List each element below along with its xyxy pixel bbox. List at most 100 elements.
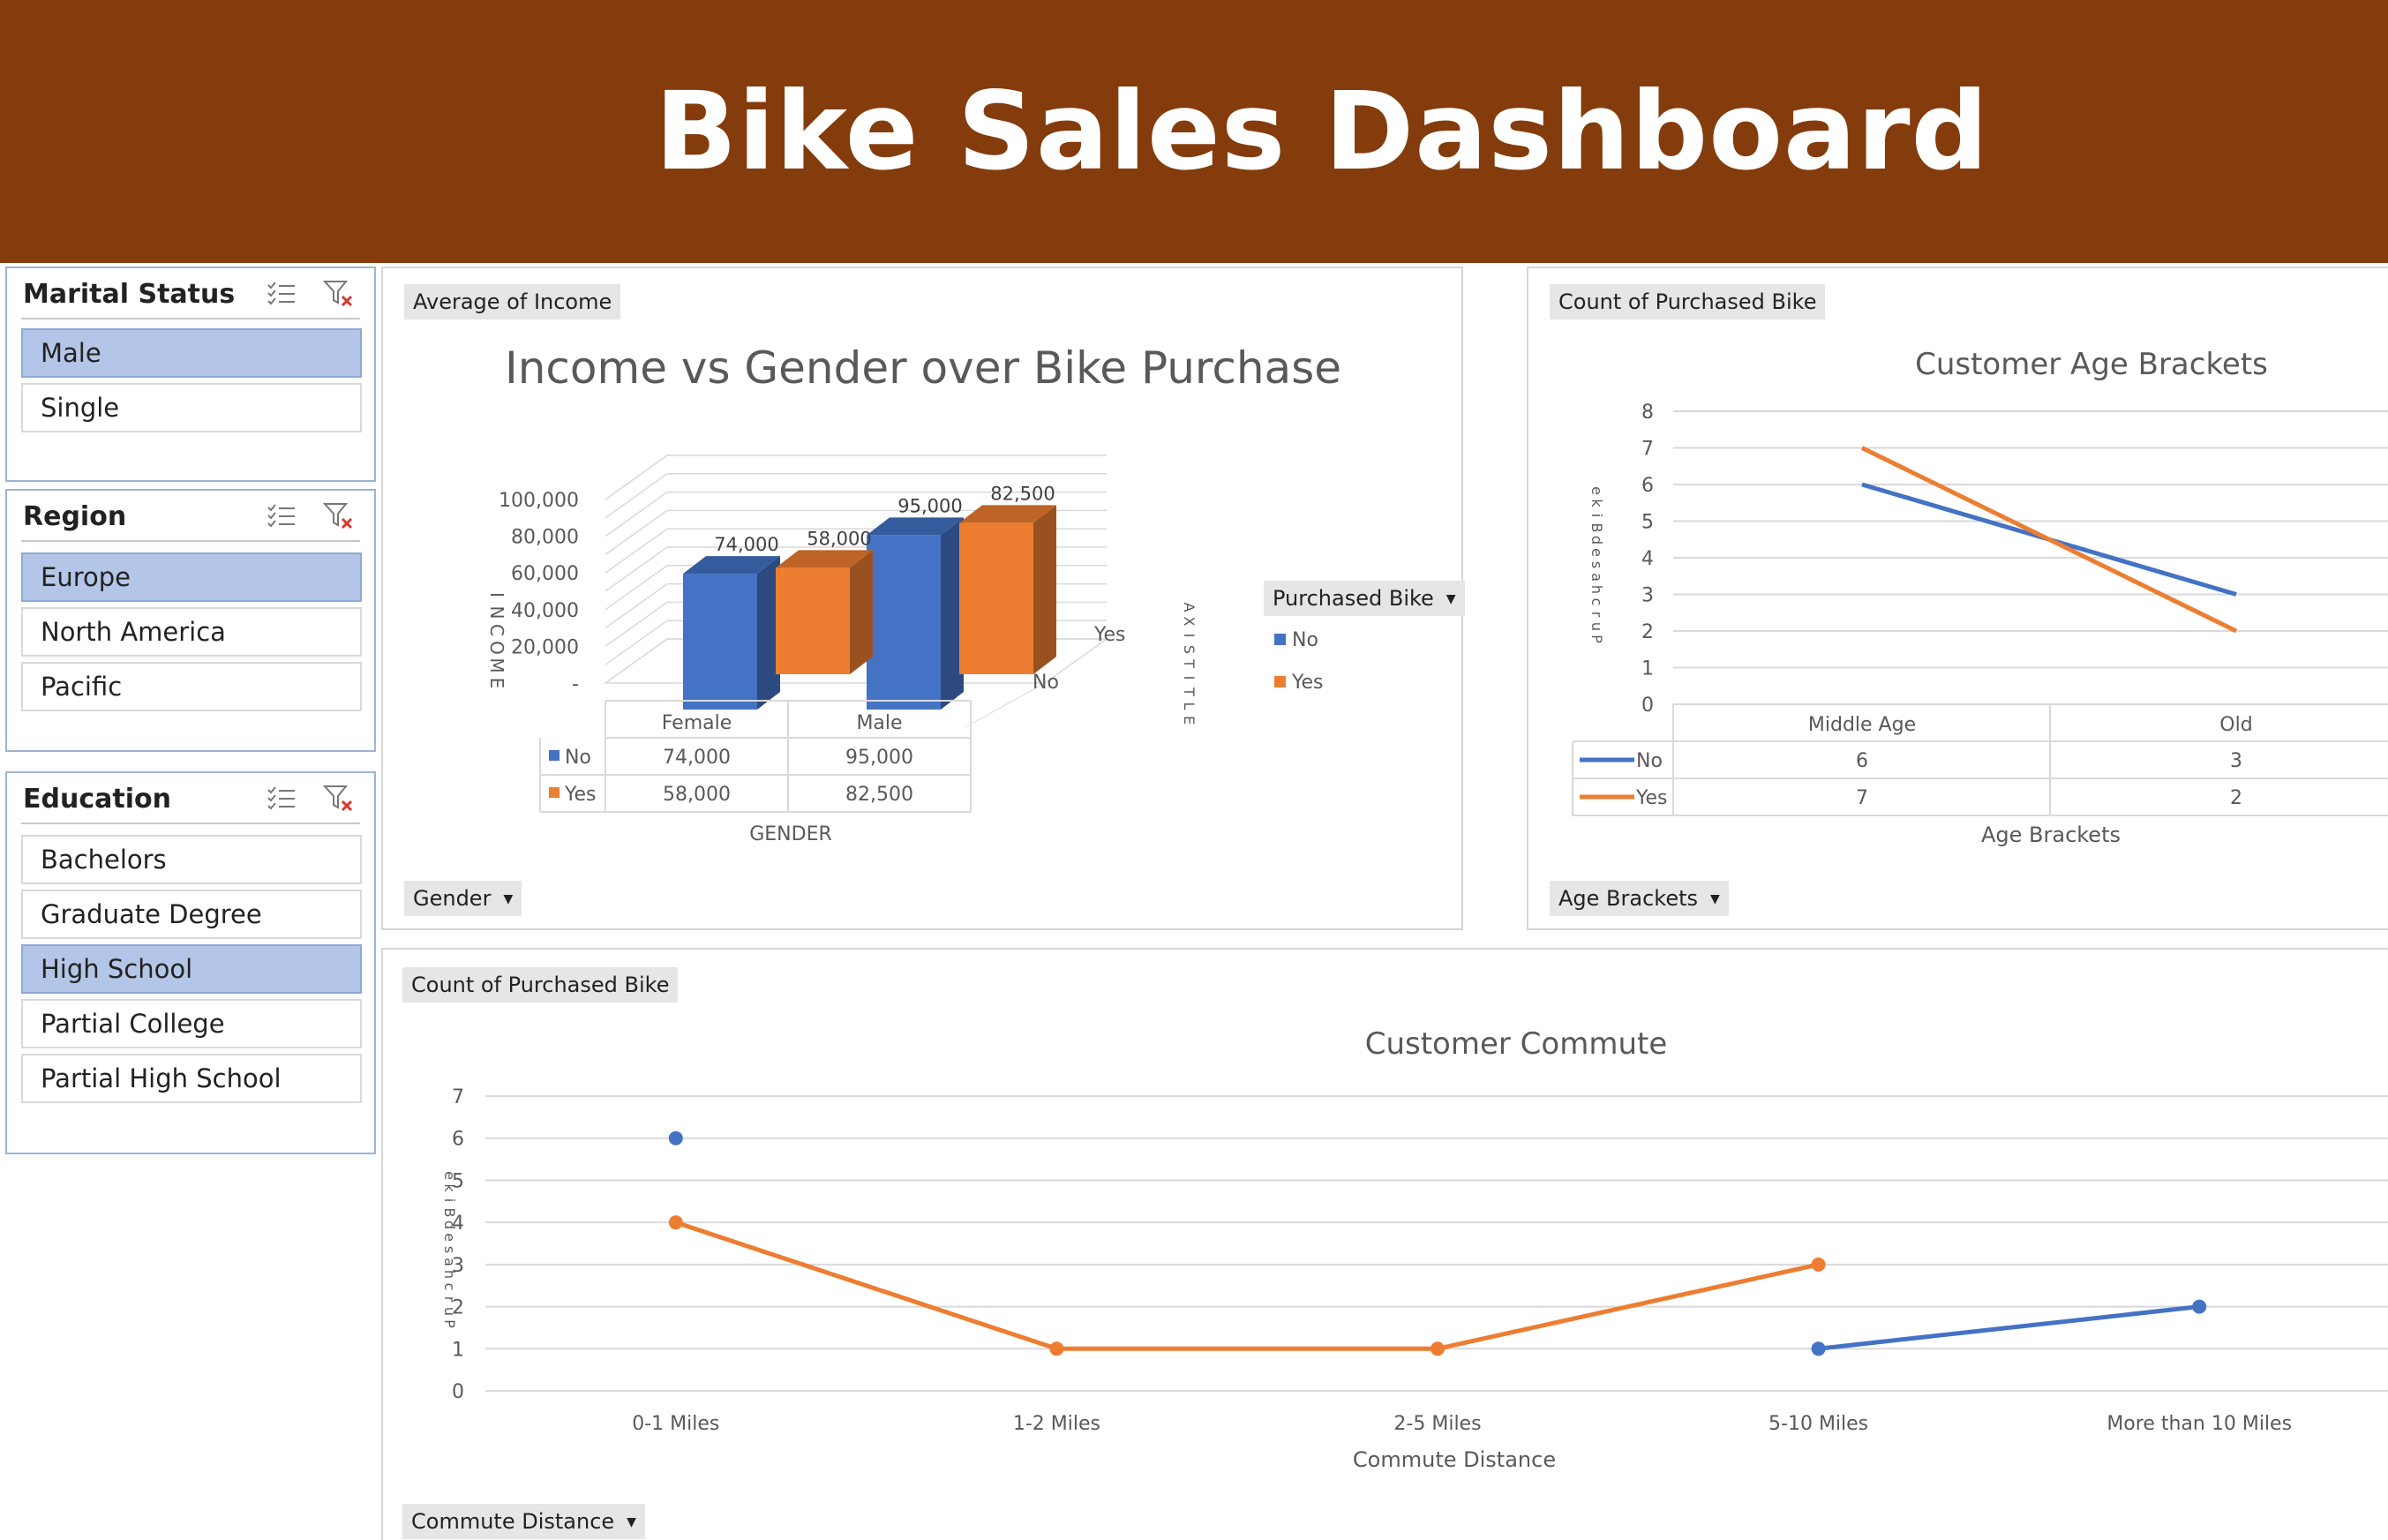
x-axis-label: Age Brackets — [1981, 823, 2121, 847]
slicer-item-bachelors[interactable]: Bachelors — [21, 835, 362, 884]
data-point-no — [2192, 1299, 2207, 1314]
y-axis-label: e — [441, 1171, 458, 1180]
data-point-yes — [668, 1215, 683, 1230]
slicer-item-north-america[interactable]: North America — [21, 607, 362, 657]
clear-filter-icon[interactable] — [323, 279, 355, 309]
multi-select-icon[interactable] — [267, 503, 297, 530]
y-axis-label: a — [441, 1258, 458, 1266]
series-axis-label: T — [1181, 687, 1198, 696]
series-axis-label: I — [1181, 634, 1198, 638]
table-cell: 95,000 — [845, 747, 913, 769]
chart-title: Customer Age Brackets — [1915, 347, 2268, 382]
table-header: Middle Age — [1808, 714, 1916, 736]
x-tick-label: 5-10 Miles — [1768, 1413, 1868, 1435]
gridline — [605, 491, 668, 537]
y-axis-label: s — [441, 1246, 458, 1253]
gridline — [605, 601, 668, 648]
table-row-label: No — [565, 747, 591, 769]
y-tick-label: 6 — [1641, 475, 1654, 497]
slicer-item-europe[interactable]: Europe — [21, 552, 362, 602]
data-label: 95,000 — [897, 495, 962, 516]
slicer-item-high-school[interactable]: High School — [21, 944, 362, 994]
gridline — [605, 473, 668, 519]
y-tick-label: 1 — [1641, 658, 1654, 680]
series-line-yes — [675, 1220, 1820, 1351]
y-axis-label: k — [1588, 499, 1605, 507]
y-axis-label: h — [1588, 585, 1605, 594]
series-axis-label: I — [1181, 676, 1198, 680]
slicer-education: Education Bachelors Graduate Degree High… — [5, 771, 376, 1154]
y-axis-label: E — [486, 678, 507, 689]
data-label: 74,000 — [714, 534, 778, 555]
y-axis-label: i — [441, 1198, 458, 1202]
slicer-header: Region — [21, 491, 360, 542]
y-axis-label: B — [1588, 523, 1605, 533]
legend-key — [1274, 634, 1286, 645]
y-tick-label: 40,000 — [511, 600, 579, 622]
dashboard-title: Bike Sales Dashboard — [655, 69, 1989, 194]
y-axis-label: c — [441, 1283, 458, 1291]
y-tick-label: 20,000 — [511, 636, 579, 658]
header-banner: Bike Sales Dashboard — [0, 0, 2388, 263]
x-tick-label: 1-2 Miles — [1013, 1413, 1100, 1435]
slicer-item-single[interactable]: Single — [21, 383, 362, 432]
gridline — [605, 528, 668, 574]
x-tick-label: More than 10 Miles — [2106, 1413, 2292, 1435]
gridline — [605, 454, 668, 500]
commute-line-chart: Customer Commute76543210ekiBdesahcruP0-1… — [441, 1026, 2388, 1472]
legend-key — [1274, 676, 1286, 687]
legend-label: Yes — [1291, 672, 1324, 694]
y-axis-label: e — [1588, 548, 1605, 557]
series-axis-label: X — [1181, 617, 1198, 627]
series-axis-label: L — [1181, 702, 1198, 710]
slicer-item-pacific[interactable]: Pacific — [21, 662, 362, 711]
x-axis-label: Commute Distance — [1353, 1447, 1556, 1472]
y-tick-label: 60,000 — [511, 563, 579, 585]
y-axis-label: h — [441, 1270, 458, 1279]
bar-no — [683, 574, 757, 710]
gridline — [605, 582, 668, 629]
series-axis-label: S — [1181, 645, 1198, 654]
table-cell: 7 — [1856, 787, 1868, 809]
y-axis-label: r — [1588, 612, 1605, 618]
y-axis-label: e — [441, 1233, 458, 1242]
y-axis-label: c — [1588, 598, 1605, 606]
y-axis-label: I — [486, 592, 507, 597]
y-tick-label: 2 — [1641, 621, 1654, 643]
y-axis-label: M — [486, 657, 507, 672]
slicer-item-partial-high-school[interactable]: Partial High School — [21, 1054, 362, 1103]
table-row-label: No — [1636, 750, 1663, 772]
slicer-marital-status: Marital Status Male Single — [5, 267, 376, 482]
table-header: Male — [856, 712, 902, 734]
series-axis-label: A — [1181, 603, 1198, 612]
table-cell: 3 — [2230, 750, 2242, 772]
table-cell: 6 — [1856, 750, 1868, 772]
slicer-item-graduate-degree[interactable]: Graduate Degree — [21, 890, 362, 939]
age-brackets-line-chart: Customer Age Brackets876543210ekiBdesahc… — [1572, 347, 2388, 847]
y-tick-label: 3 — [1641, 585, 1654, 607]
chart-title: Income vs Gender over Bike Purchase — [505, 342, 1341, 394]
multi-select-icon[interactable] — [267, 281, 297, 307]
y-tick-label: 100,000 — [499, 490, 579, 512]
slicer-item-partial-college[interactable]: Partial College — [21, 999, 362, 1048]
series-axis-label: E — [1181, 716, 1198, 725]
slicer-header: Marital Status — [21, 268, 360, 319]
table-cell: 74,000 — [663, 747, 731, 769]
bar-side — [850, 550, 873, 674]
data-label: 82,500 — [990, 483, 1055, 504]
y-axis-label: d — [441, 1221, 458, 1229]
y-tick-label: 5 — [1641, 512, 1654, 534]
data-point-yes — [1811, 1257, 1826, 1272]
depth-label: Yes — [1093, 624, 1126, 646]
clear-filter-icon[interactable] — [323, 784, 355, 814]
series-line-no — [1818, 1304, 2200, 1351]
slicer-item-male[interactable]: Male — [21, 328, 362, 378]
multi-select-icon[interactable] — [267, 785, 297, 812]
y-tick-label: 7 — [452, 1086, 464, 1108]
table-header: Old — [2219, 714, 2252, 736]
y-axis-label: P — [1588, 635, 1605, 643]
table-cell: 2 — [2230, 787, 2242, 809]
slicer-region: Region Europe North America Pacific — [5, 489, 376, 752]
clear-filter-icon[interactable] — [323, 501, 355, 531]
y-axis-label: N — [486, 606, 507, 620]
